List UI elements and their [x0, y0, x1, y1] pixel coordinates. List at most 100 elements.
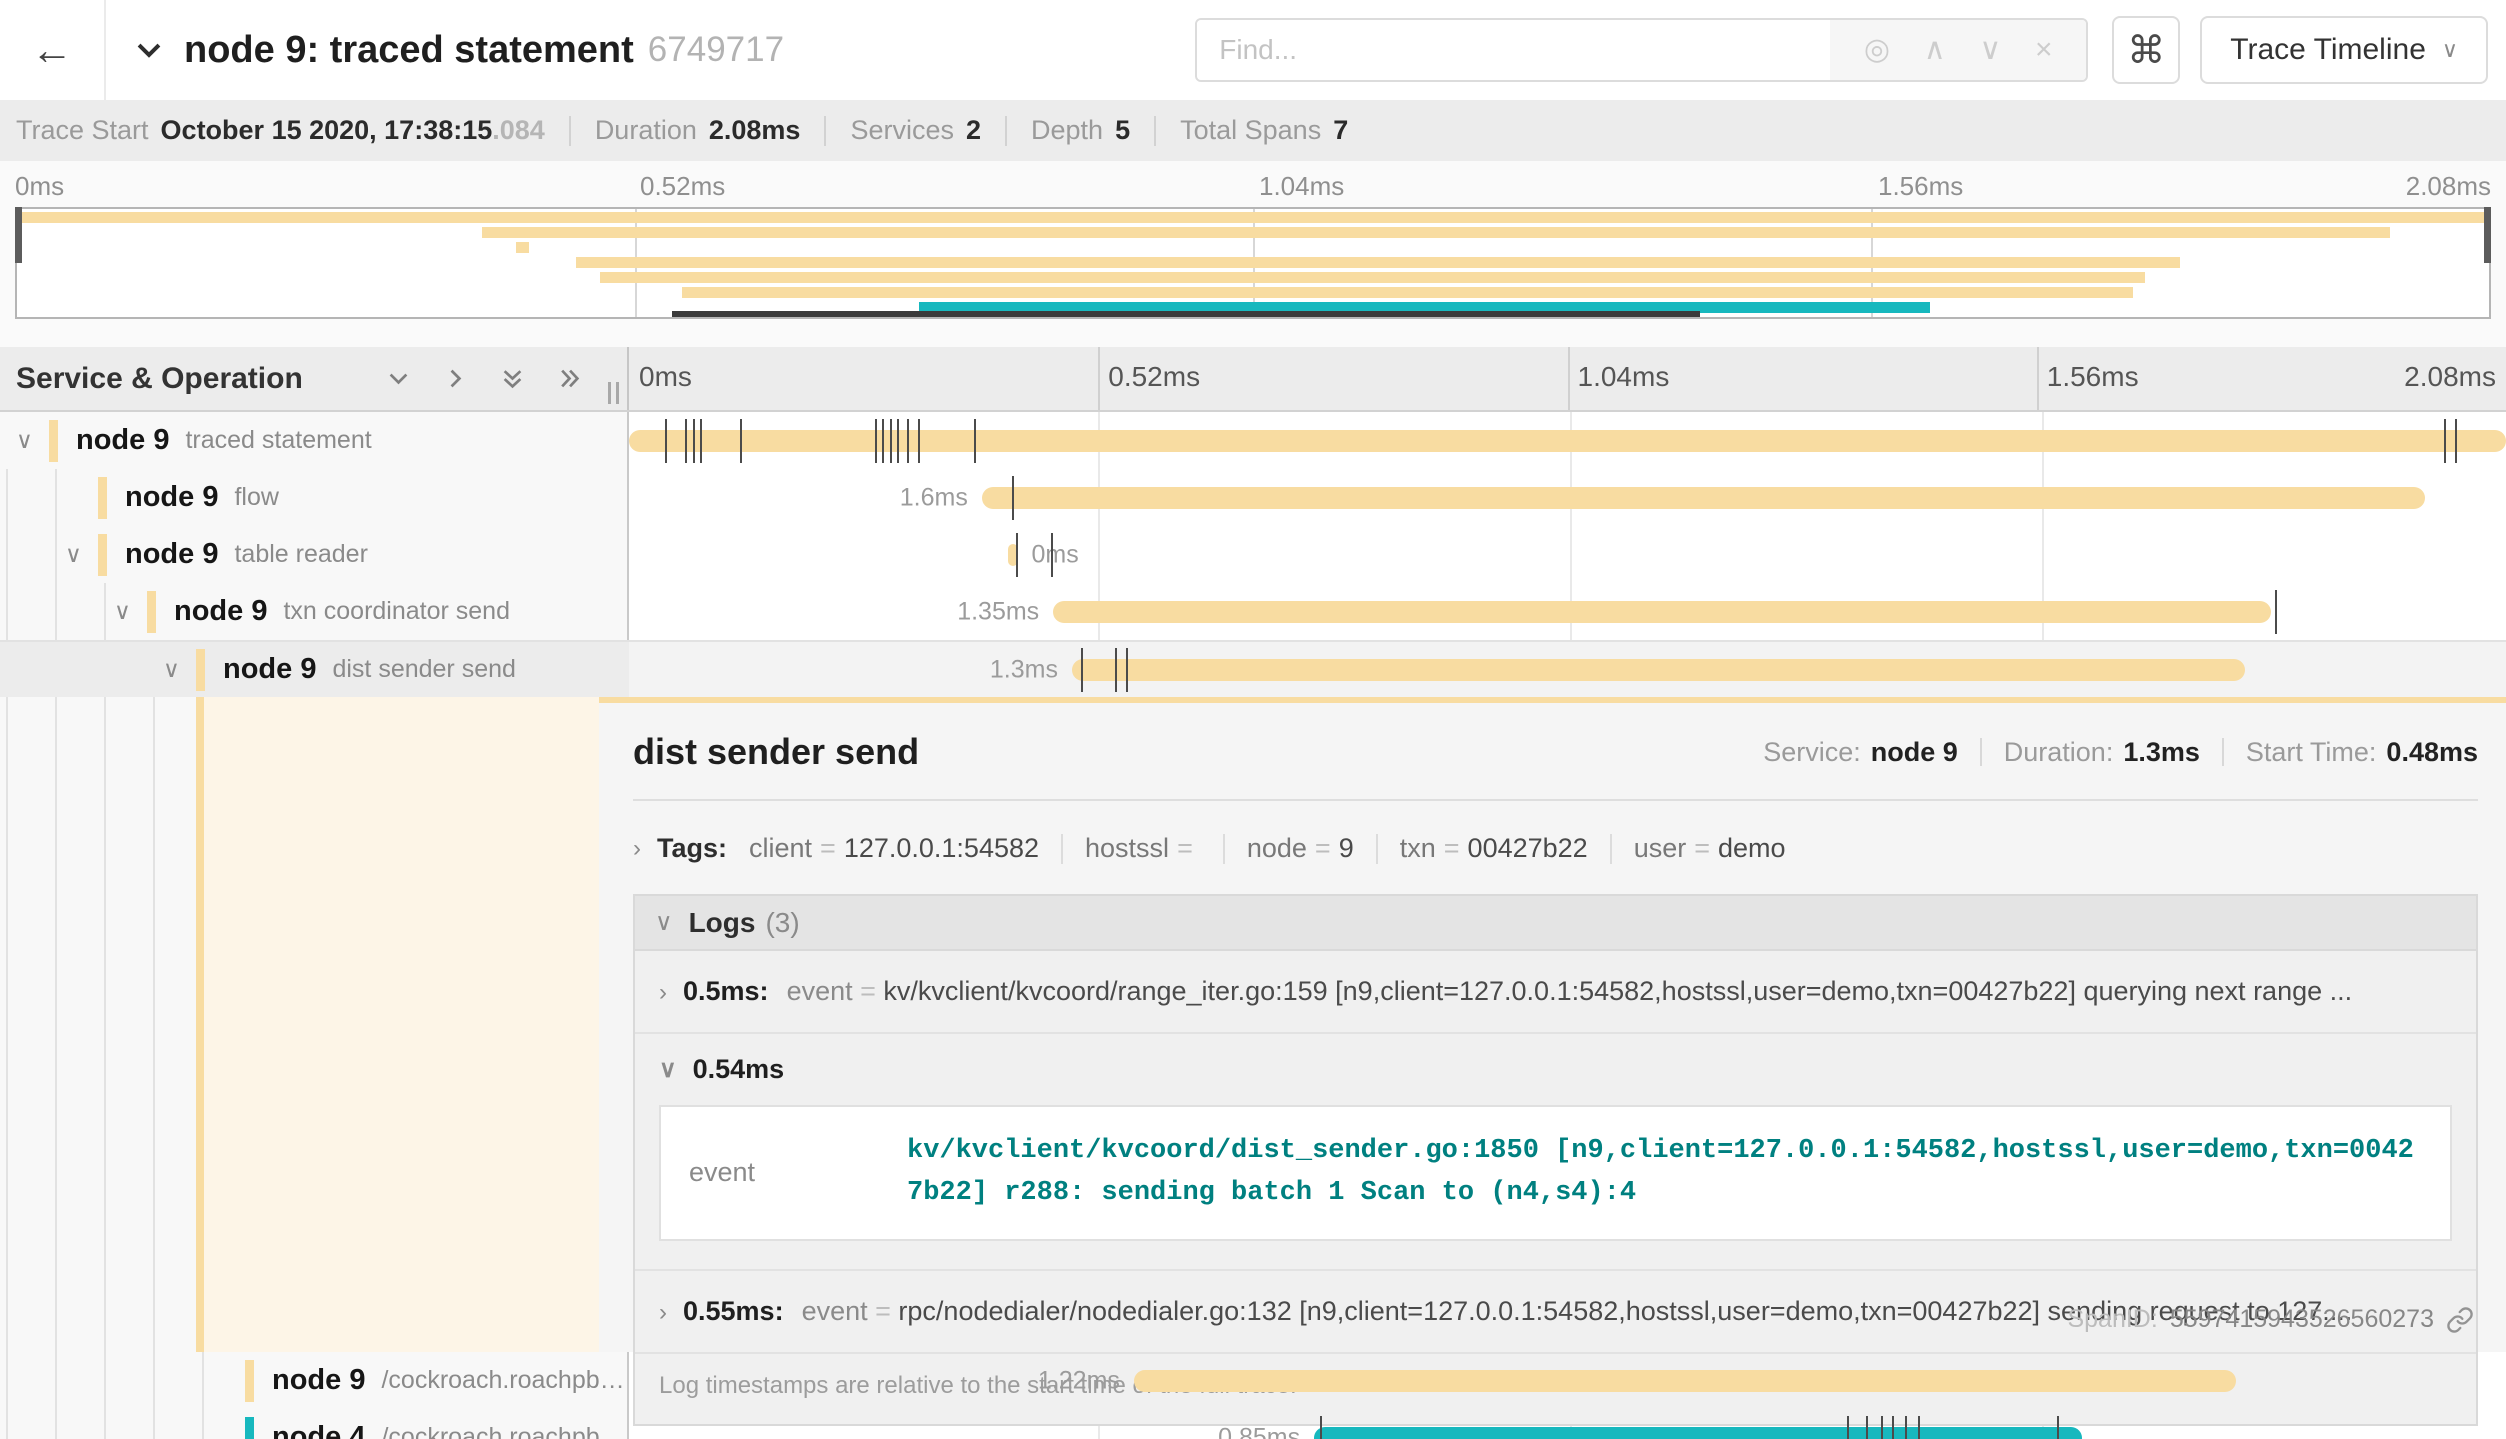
chevron-down-icon: ∨ — [659, 1055, 677, 1084]
axis-tick-label: 1.04ms — [1568, 361, 1670, 393]
trace-id: 6749717 — [648, 30, 784, 70]
service-name: node 9 — [76, 424, 169, 457]
span-color-chip — [245, 1360, 254, 1402]
span-color-chip — [49, 420, 58, 462]
span-name-cell[interactable]: ∨ node 9 dist sender send — [0, 642, 629, 697]
span-duration-bar[interactable] — [982, 487, 2425, 509]
tree-chevron-down-icon[interactable]: ∨ — [114, 598, 147, 625]
span-name-cell[interactable]: ∨ node 9 txn coordinator send — [0, 583, 629, 640]
tags-row[interactable]: › Tags: client=127.0.0.1:54582 hostssl= … — [633, 833, 2478, 864]
span-duration-bar[interactable] — [1072, 659, 2245, 681]
log-marker-tick — [665, 419, 667, 463]
log-marker-tick — [700, 419, 702, 463]
span-bar-cell[interactable]: 0.85ms — [629, 1409, 2506, 1439]
summary-label: Duration — [595, 115, 697, 146]
tree-chevron-down-icon[interactable]: ∨ — [163, 656, 196, 683]
summary-value: 2.08ms — [709, 115, 801, 146]
match-target-icon[interactable]: ◎ — [1864, 35, 1890, 65]
view-dropdown-button[interactable]: Trace Timeline ∨ — [2200, 16, 2488, 84]
span-row: ∨ node 9 txn coordinator send 1.35ms — [0, 583, 2506, 640]
summary-value-suffix: .084 — [492, 115, 545, 146]
log-timestamp: 0.54ms — [693, 1054, 785, 1085]
span-color-chip — [147, 591, 156, 633]
span-color-chip — [98, 477, 107, 519]
span-bar-cell[interactable]: 1.6ms — [629, 469, 2506, 526]
expand-one-icon[interactable] — [442, 365, 469, 392]
axis-tick-label: 0ms — [629, 361, 692, 393]
find-input[interactable] — [1197, 20, 1830, 80]
span-duration-bar[interactable] — [1053, 601, 2271, 623]
timeline-grid-header: Service & Operation 0ms 0.52ms 1.04ms 1.… — [0, 347, 2506, 412]
span-duration-label: 1.22ms — [1038, 1366, 1120, 1395]
log-marker-tick — [1115, 648, 1117, 692]
timeline-minimap: 0ms 0.52ms 1.04ms 1.56ms 2.08ms — [0, 161, 2506, 347]
divider — [1061, 834, 1063, 864]
summary-value: 5 — [1115, 115, 1130, 146]
logs-accordion-header[interactable]: ∨ Logs (3) — [633, 894, 2478, 951]
span-bar-cell[interactable]: 1.3ms — [629, 642, 2506, 697]
span-row: ∨ node 9 table reader 0ms — [0, 526, 2506, 583]
operation-name: dist sender send — [332, 655, 515, 684]
tree-chevron-down-icon[interactable]: ∨ — [65, 541, 98, 568]
log-marker-tick — [875, 419, 877, 463]
back-button[interactable]: ← — [0, 0, 106, 100]
axis-tick-label: 1.56ms — [2037, 361, 2139, 393]
span-row: ∨ node 9 traced statement — [0, 412, 2506, 469]
minimap-canvas[interactable] — [15, 207, 2491, 319]
log-field-value: kv/kvclient/kvcoord/dist_sender.go:1850 … — [907, 1131, 2422, 1215]
expand-all-icon[interactable] — [556, 365, 583, 392]
log-fields: event = kv/kvclient/kvcoord/range_iter.g… — [787, 976, 2353, 1007]
span-detail-highlight — [204, 697, 599, 1352]
meta-label: Start Time: — [2246, 737, 2377, 768]
minimap-right-scrubber[interactable] — [2484, 207, 2491, 263]
span-detail-panel: dist sender send Service: node 9 Duratio… — [599, 697, 2506, 1352]
divider — [1154, 116, 1156, 146]
keyboard-shortcuts-button[interactable]: ⌘ — [2112, 16, 2180, 84]
log-marker-tick — [1012, 476, 1014, 520]
span-bar-cell[interactable]: 1.35ms — [629, 583, 2506, 640]
span-duration-bar[interactable] — [1314, 1427, 2082, 1439]
collapse-one-icon[interactable] — [385, 365, 412, 392]
trace-timeline-page: ← node 9: traced statement 6749717 ◎ ∧ ∨… — [0, 0, 2506, 1439]
log-entry-header[interactable]: ∨ 0.54ms — [659, 1054, 2452, 1085]
log-entry[interactable]: › 0.5ms: event = kv/kvclient/kvcoord/ran… — [635, 951, 2476, 1032]
log-marker-tick — [918, 419, 920, 463]
span-color-chip — [245, 1417, 254, 1439]
next-match-icon[interactable]: ∨ — [1979, 35, 2001, 65]
chevron-right-icon: › — [659, 979, 667, 1007]
span-id-label: SpanID: — [2067, 1305, 2157, 1334]
log-marker-tick — [1016, 533, 1018, 577]
service-name: node 9 — [272, 1364, 365, 1397]
span-name-cell[interactable]: node 9 /cockroach.roachpb.I… — [0, 1352, 629, 1409]
span-name-cell[interactable]: node 4 /cockroach.roachpb.I… — [0, 1409, 629, 1439]
log-marker-tick — [1892, 1416, 1894, 1439]
tag: node=9 — [1247, 833, 1354, 864]
span-bar-cell[interactable]: 0ms — [629, 526, 2506, 583]
trace-summary-bar: Trace Start October 15 2020, 17:38:15 .0… — [0, 100, 2506, 161]
clear-find-icon[interactable]: × — [2035, 35, 2053, 65]
prev-match-icon[interactable]: ∧ — [1924, 35, 1946, 65]
span-name-cell[interactable]: ∨ node 9 table reader — [0, 526, 629, 583]
tags-label: Tags: — [657, 833, 727, 864]
span-name-cell[interactable]: ∨ node 9 traced statement — [0, 412, 629, 469]
page-title: node 9: traced statement — [184, 29, 634, 72]
log-marker-tick — [1847, 1416, 1849, 1439]
span-bar-cell[interactable]: 1.22ms — [629, 1352, 2506, 1409]
axis-tick-label: 2.08ms — [2404, 361, 2496, 393]
column-resize-grip[interactable] — [608, 382, 619, 404]
meta-value: 1.3ms — [2123, 737, 2200, 768]
span-name-cell[interactable]: node 9 flow — [0, 469, 629, 526]
tree-chevron-down-icon[interactable]: ∨ — [16, 427, 49, 454]
collapse-all-icon[interactable] — [499, 365, 526, 392]
link-icon[interactable] — [2446, 1306, 2474, 1334]
meta-label: Service: — [1763, 737, 1861, 768]
log-marker-tick — [2275, 590, 2277, 634]
summary-label: Services — [850, 115, 954, 146]
log-timestamp: 0.55ms: — [683, 1296, 784, 1327]
collapse-header-chevron-icon[interactable] — [132, 33, 166, 67]
span-bar-cell[interactable] — [629, 412, 2506, 469]
span-duration-bar[interactable] — [629, 430, 2506, 452]
minimap-left-scrubber[interactable] — [15, 207, 22, 263]
chevron-right-icon: › — [633, 835, 641, 863]
span-duration-bar[interactable] — [1134, 1370, 2236, 1392]
